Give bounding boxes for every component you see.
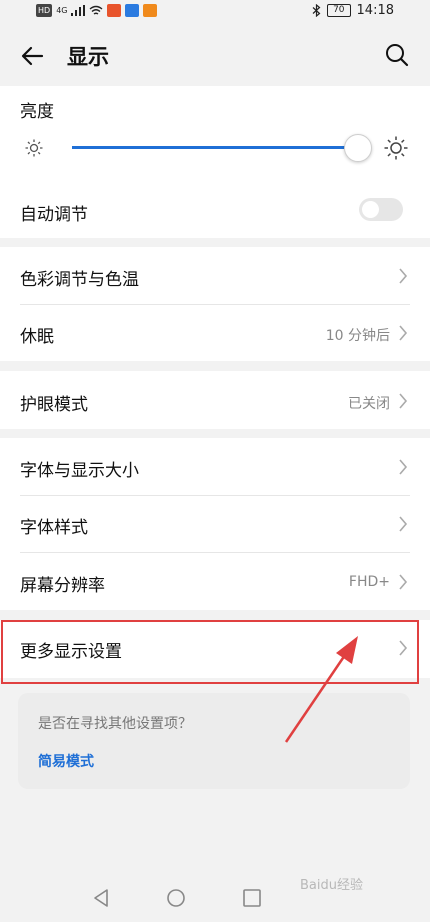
home-nav-icon[interactable] xyxy=(166,888,186,908)
navigation-bar xyxy=(0,872,430,922)
back-nav-icon[interactable] xyxy=(92,888,110,908)
arrow-head xyxy=(336,636,358,664)
arrow-line xyxy=(284,654,347,743)
annotation-arrow xyxy=(284,636,358,743)
watermark: Baidu经验 xyxy=(300,878,363,893)
recents-nav-icon[interactable] xyxy=(242,888,262,908)
